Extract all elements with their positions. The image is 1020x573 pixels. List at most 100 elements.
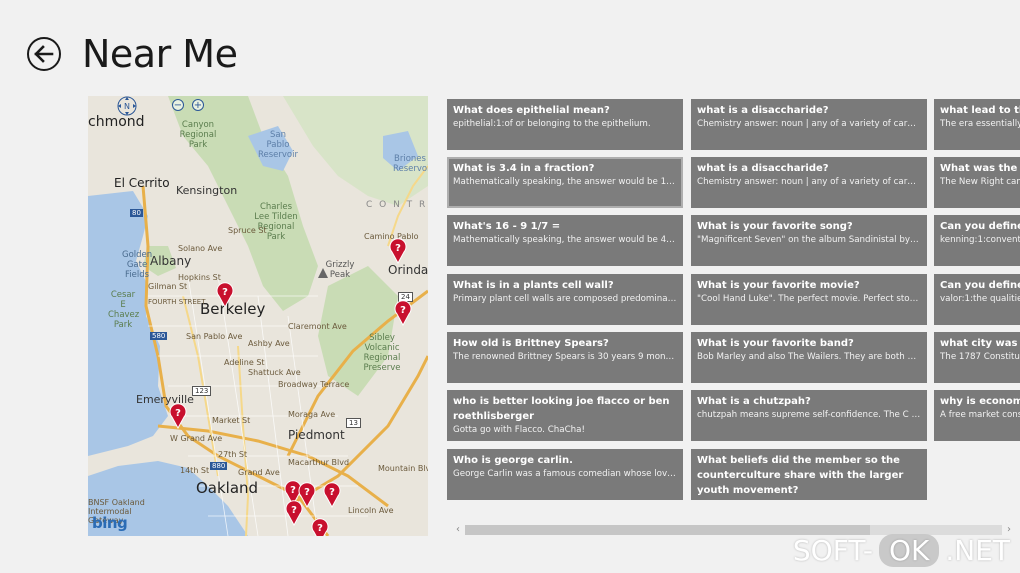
map-label-oakland: Oakland: [196, 479, 259, 497]
question-tile[interactable]: what lead to the movement The era essent…: [934, 99, 1020, 150]
answer-text: The era essentially e...: [940, 119, 1020, 129]
map-view[interactable]: N − + chmond El Cerrito Kensington Alban…: [88, 96, 428, 536]
map-label-piedmont: Piedmont: [288, 428, 345, 442]
map-label-san-pablo-reservoir: San Pablo Reservoir: [258, 130, 298, 160]
svg-text:?: ?: [400, 305, 406, 316]
question-tile[interactable]: What is your favorite band? Bob Marley a…: [691, 332, 927, 383]
map-label-lincoln: Lincoln Ave: [348, 506, 394, 515]
question-text: What is a chutzpah?: [697, 396, 811, 407]
back-button[interactable]: [27, 37, 61, 71]
question-tile[interactable]: why is economic a free market ec A free …: [934, 390, 1020, 441]
answer-text: Mathematically speaking, the answer woul…: [453, 235, 677, 245]
map-label-richmond: chmond: [88, 114, 145, 130]
scroll-left-button[interactable]: ‹: [451, 522, 465, 538]
question-tile[interactable]: What is a chutzpah? chutzpah means supre…: [691, 390, 927, 441]
map-label-27th: 27th St: [218, 450, 248, 459]
map-label-market: Market St: [212, 416, 251, 425]
map-label-sibley-preserve: Sibley Volcanic Regional Preserve: [363, 333, 401, 373]
map-label-broadway-terrace: Broadway Terrace: [278, 380, 350, 389]
question-tile[interactable]: What does epithelial mean? epithelial:1:…: [447, 99, 683, 150]
questions-grid: What does epithelial mean? epithelial:1:…: [447, 99, 1020, 519]
map-pin[interactable]: ?: [311, 518, 329, 536]
map-label-fourth-st: FOURTH STREET: [148, 298, 206, 306]
question-text: What is your favorite song?: [697, 221, 853, 232]
map-label-macarthur-blvd: Macarthur Blvd: [288, 458, 350, 467]
map-label-el-cerrito: El Cerrito: [114, 176, 170, 190]
question-text: Can you define v: [940, 280, 1020, 291]
map-label-cesar-park: Cesar E Chavez Park: [108, 290, 140, 330]
question-pin-icon: ?: [394, 300, 412, 327]
shield-r13: 13: [346, 418, 361, 428]
map-label-san-pablo-ave: San Pablo Ave: [186, 332, 243, 341]
question-tile[interactable]: what city was the held? The 1787 Constit…: [934, 332, 1020, 383]
question-tile[interactable]: Who is george carlin. George Carlin was …: [447, 449, 683, 500]
answer-text: Chemistry answer: noun | any of a variet…: [697, 119, 921, 129]
question-pin-icon: ?: [169, 403, 187, 430]
watermark-ok: OK: [878, 534, 940, 567]
question-tile[interactable]: What is 3.4 in a fraction? Mathematicall…: [447, 157, 683, 208]
compass-label: N: [124, 102, 130, 111]
answer-text: Gotta go with Flacco. ChaCha!: [453, 425, 585, 435]
question-text: What's 16 - 9 1/7 =: [453, 221, 561, 232]
map-label-14th: 14th St: [180, 466, 210, 475]
map-label-canyon-park: Canyon Regional Park: [179, 120, 217, 150]
question-text: who is better looking joe flacco or ben …: [453, 396, 670, 422]
question-tile[interactable]: what is a disaccharide? Chemistry answer…: [691, 99, 927, 150]
map-pin[interactable]: ?: [394, 300, 412, 327]
map-label-briones-reservoir: Briones Reservoir: [393, 154, 428, 174]
question-text: what is a disaccharide?: [697, 105, 829, 116]
map-label-adeline: Adeline St: [224, 358, 265, 367]
answer-text: "Magnificent Seven" on the album Sandini…: [697, 235, 921, 245]
answer-text: A free market consi...: [940, 410, 1020, 420]
question-tile[interactable]: what is a disaccharide? Chemistry answer…: [691, 157, 927, 208]
question-tile[interactable]: What is your favorite song? "Magnificent…: [691, 215, 927, 266]
question-text: Can you define k: [940, 221, 1020, 232]
answer-text: kenning:1:conventi...: [940, 235, 1020, 245]
question-text: what is a disaccharide?: [697, 163, 829, 174]
question-pin-icon: ?: [285, 500, 303, 527]
question-text: What does epithelial mean?: [453, 105, 610, 116]
map-pin[interactable]: ?: [285, 500, 303, 527]
map-label-solano-ave: Solano Ave: [178, 244, 223, 253]
watermark-right: .NET: [945, 534, 1010, 567]
map-label-w-grand: W Grand Ave: [170, 434, 223, 443]
answer-text: Chemistry answer: noun | any of a variet…: [697, 177, 921, 187]
map-label-mountain: Mountain Blvd: [378, 464, 428, 473]
question-tile[interactable]: What beliefs did the member so the count…: [691, 449, 927, 500]
map-label-spruce: Spruce St: [228, 226, 267, 235]
shield-i580: 580: [150, 332, 168, 340]
svg-text:?: ?: [317, 523, 323, 534]
map-label-contra: C O N T R: [366, 200, 428, 210]
answer-text: Mathematically speaking, the answer woul…: [453, 177, 677, 187]
question-tile[interactable]: who is better looking joe flacco or ben …: [447, 390, 683, 441]
map-label-shattuck: Shattuck Ave: [248, 368, 301, 377]
svg-text:?: ?: [291, 505, 297, 516]
question-tile[interactable]: How old is Brittney Spears? The renowned…: [447, 332, 683, 383]
question-text: why is economic a free market ec: [940, 396, 1020, 407]
question-tile[interactable]: What is in a plants cell wall? Primary p…: [447, 274, 683, 325]
svg-text:?: ?: [290, 485, 296, 496]
page-title: Near Me: [82, 32, 238, 76]
question-pin-icon: ?: [311, 518, 329, 536]
question-tile[interactable]: Can you define v valor:1:the qualities..…: [934, 274, 1020, 325]
map-pin[interactable]: ?: [323, 482, 341, 509]
question-tile[interactable]: Can you define k kenning:1:conventi...: [934, 215, 1020, 266]
map-label-ashby: Ashby Ave: [248, 339, 290, 348]
question-pin-icon: ?: [323, 482, 341, 509]
question-text: Who is george carlin.: [453, 455, 573, 466]
zoom-in-button[interactable]: +: [192, 99, 204, 111]
map-pin[interactable]: ?: [169, 403, 187, 430]
map-label-grand-ave: Grand Ave: [238, 468, 280, 477]
zoom-out-button[interactable]: −: [172, 99, 184, 111]
question-tile[interactable]: What is your favorite movie? "Cool Hand …: [691, 274, 927, 325]
shield-i80: 80: [130, 209, 143, 217]
answer-text: Primary plant cell walls are composed pr…: [453, 294, 677, 304]
map-pin[interactable]: ?: [216, 282, 234, 309]
map-pin[interactable]: ?: [389, 238, 407, 265]
map-label-tilden-park: Charles Lee Tilden Regional Park: [254, 202, 298, 242]
svg-text:?: ?: [395, 243, 401, 254]
question-tile[interactable]: What's 16 - 9 1/7 = Mathematically speak…: [447, 215, 683, 266]
question-tile[interactable]: What was the Ne The New Right cam...: [934, 157, 1020, 208]
question-text: What beliefs did the member so the count…: [697, 455, 904, 496]
shield-r123: 123: [192, 386, 212, 396]
